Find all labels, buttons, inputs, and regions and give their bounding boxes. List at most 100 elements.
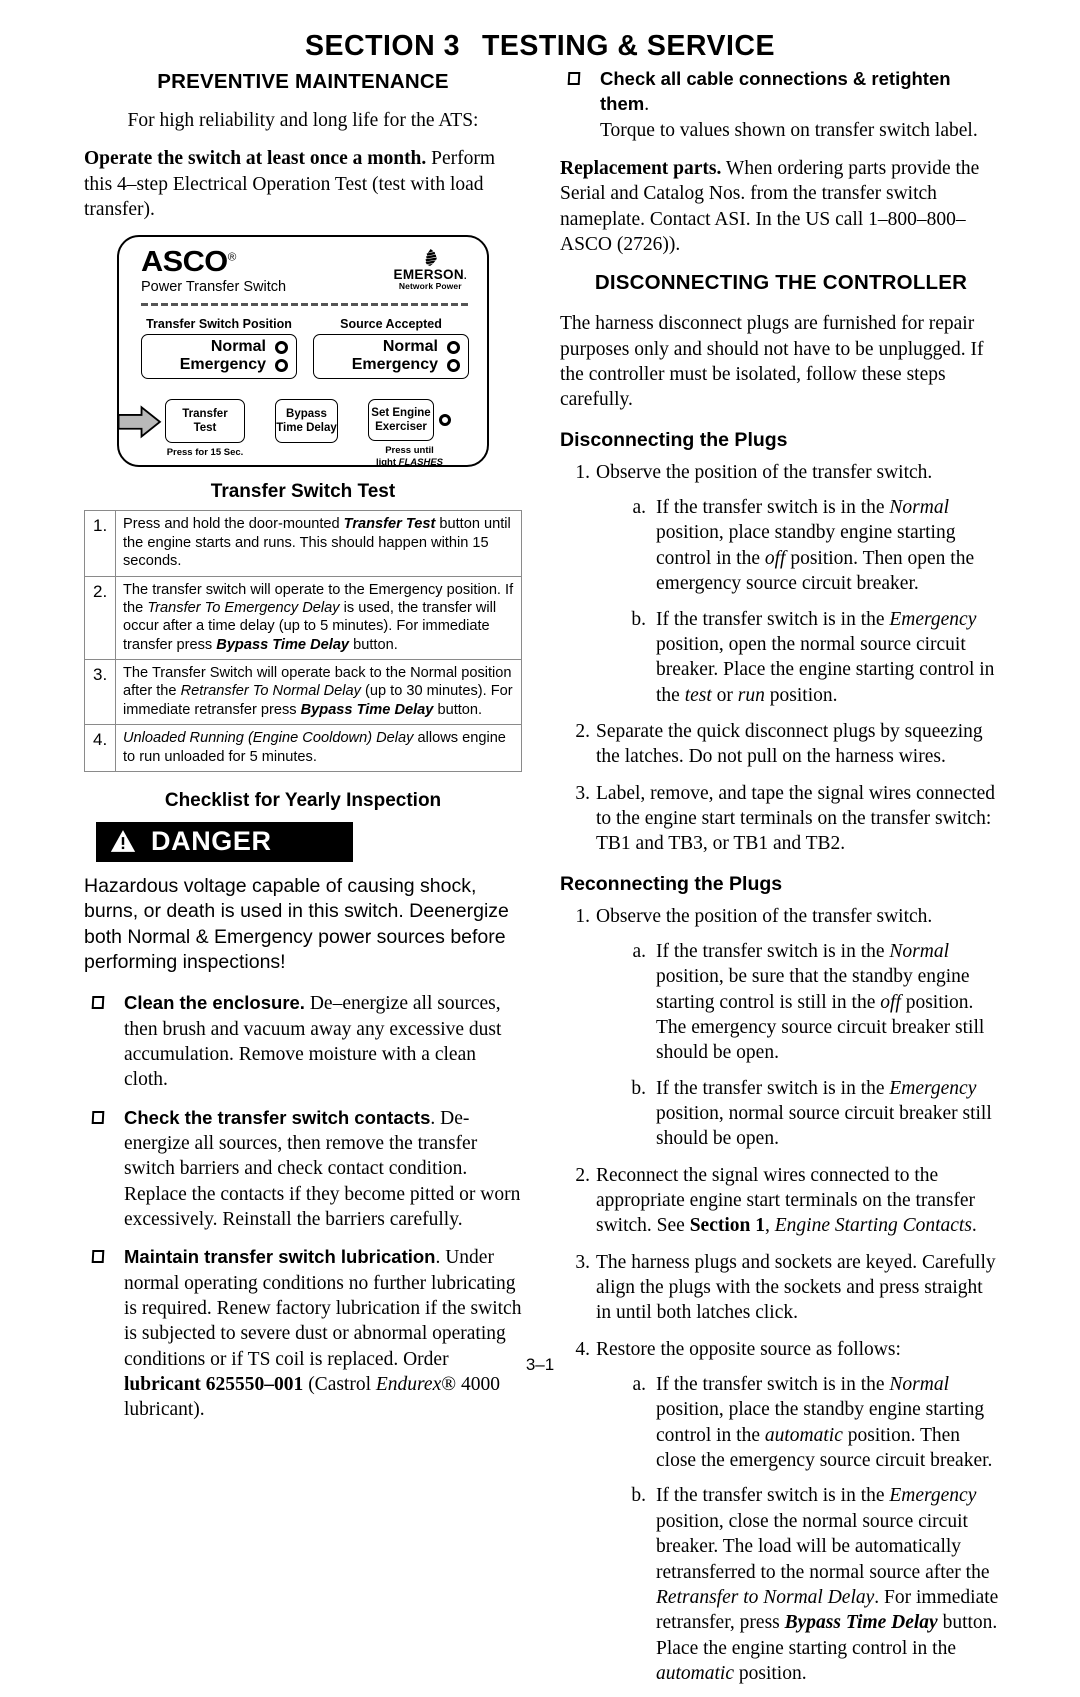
list-item: b. If the transfer switch is in the Emer… (596, 607, 1002, 708)
list-marker: a. (632, 940, 646, 962)
panel-branding: ASCO® Power Transfer Switch EMERSON. Net… (141, 247, 469, 301)
list-marker: 1. (575, 905, 590, 927)
emerson-logo: EMERSON. Network Power (394, 249, 467, 291)
led-indicator-icon (439, 414, 451, 427)
emerson-diamond-icon (425, 249, 437, 267)
reconnecting-plugs-list: 1. Observe the position of the transfer … (560, 904, 1002, 1687)
indicator-line-emergency: Emergency (322, 356, 460, 374)
checkbox-icon[interactable] (91, 1250, 105, 1264)
transfer-switch-test-table: 1. Press and hold the door-mounted Trans… (84, 510, 522, 772)
row-text: Press and hold the door-mounted Transfer… (115, 510, 522, 577)
checklist-item-check-contacts: Check the transfer switch contacts. De-e… (84, 1106, 522, 1233)
reconnecting-plugs-title: Reconnecting the Plugs (560, 872, 783, 895)
checkbox-icon[interactable] (567, 72, 581, 85)
list-text: Label, remove, and tape the signal wires… (596, 782, 996, 855)
row-text: The Transfer Switch will operate back to… (115, 658, 522, 726)
list-text: If the transfer switch is in the Normal … (656, 1374, 993, 1472)
registered-mark-icon: ® (227, 251, 237, 264)
emerson-name-dot: . (463, 271, 467, 283)
row-text: Unloaded Running (Engine Cooldown) Delay… (115, 724, 522, 772)
checklist-item-lead-tail: . (644, 94, 650, 116)
list-text: The harness plugs and sockets are keyed.… (596, 1251, 996, 1324)
row-number: 4. (84, 724, 116, 772)
checklist-item-lead: Maintain transfer switch lubrication (124, 1246, 436, 1268)
operate-switch-bold: Operate the switch at least once a month… (84, 148, 427, 170)
button-line-2: Time Delay (276, 422, 337, 435)
indicator-line-normal: Normal (150, 338, 288, 356)
led-indicator-icon (447, 358, 460, 372)
table-row: 3. The Transfer Switch will operate back… (84, 658, 522, 726)
list-item: b. If the transfer switch is in the Emer… (596, 1483, 1002, 1686)
document-page: SECTION 3 TESTING & SERVICE PREVENTIVE MA… (0, 0, 1080, 1684)
indicator-label: Normal (210, 338, 266, 356)
indicator-label: Emergency (351, 356, 438, 374)
indicator-row: Transfer Switch Position Normal Emergenc… (141, 317, 469, 380)
right-column: Check all cable connections & retighten … (560, 65, 1002, 1697)
indicator-line-normal: Normal (322, 338, 460, 356)
indicator-group-title: Source Accepted (340, 317, 442, 332)
replacement-parts-paragraph: Replacement parts. When ordering parts p… (560, 156, 1002, 257)
emerson-tagline: Network Power (398, 281, 462, 292)
list-text: Observe the position of the transfer swi… (596, 905, 933, 927)
transfer-switch-test-title: Transfer Switch Test (210, 481, 396, 503)
table-row: 4. Unloaded Running (Engine Cooldown) De… (84, 724, 522, 772)
indicator-label: Emergency (179, 356, 266, 374)
sub-list: a. If the transfer switch is in the Norm… (596, 1372, 1002, 1686)
registered-mark-icon: ® (441, 1374, 457, 1396)
bypass-time-delay-button[interactable]: Bypass Time Delay (275, 399, 338, 444)
list-item: 3. The harness plugs and sockets are key… (560, 1250, 1002, 1326)
indicator-group-transfer-switch-position: Transfer Switch Position Normal Emergenc… (141, 317, 297, 380)
panel-button-row: Transfer Test Press for 15 Sec. Bypass T… (117, 399, 477, 468)
list-text: If the transfer switch is in the Emergen… (656, 608, 995, 706)
list-marker: a. (632, 497, 646, 519)
led-indicator-icon (447, 340, 460, 354)
list-item: 2. Separate the quick disconnect plugs b… (560, 719, 1002, 770)
exerciser-row: Set Engine Exerciser (368, 399, 451, 442)
list-item: 2. Reconnect the signal wires connected … (560, 1163, 1002, 1239)
set-engine-exerciser-note: Press until light FLASHES (368, 445, 451, 467)
list-text: Observe the position of the transfer swi… (596, 461, 933, 483)
checklist-title: Checklist for Yearly Inspection (164, 789, 442, 811)
list-marker: 3. (575, 1251, 590, 1273)
panel-divider (141, 303, 469, 307)
list-item: 1. Observe the position of the transfer … (560, 904, 1002, 1152)
asco-panel-figure: ASCO® Power Transfer Switch EMERSON. Net… (84, 235, 522, 468)
set-engine-exerciser-button[interactable]: Set Engine Exerciser (368, 399, 434, 442)
lubricant-part-number: lubricant 625550–001 (124, 1374, 304, 1396)
button-line-2: Test (193, 422, 217, 435)
transfer-test-button[interactable]: Transfer Test (165, 399, 245, 444)
list-item: 1. Observe the position of the transfer … (560, 460, 1002, 708)
checkbox-icon[interactable] (91, 1110, 105, 1124)
button-line-1: Bypass (286, 408, 327, 421)
operate-switch-paragraph: Operate the switch at least once a month… (84, 146, 522, 222)
row-number: 1. (84, 510, 116, 577)
list-item: b. If the transfer switch is in the Emer… (596, 1076, 1002, 1152)
checklist-item-lead: Check all cable connections & retighten … (600, 68, 951, 115)
list-marker: b. (631, 1077, 646, 1099)
list-marker: 2. (575, 720, 590, 742)
checklist-item-body: Torque to values shown on transfer switc… (600, 119, 978, 141)
indicator-box: Normal Emergency (141, 334, 297, 380)
checkbox-icon[interactable] (91, 996, 105, 1010)
table-row: 1. Press and hold the door-mounted Trans… (84, 510, 522, 577)
list-marker: 1. (575, 461, 590, 483)
list-text: Reconnect the signal wires connected to … (596, 1164, 977, 1237)
led-indicator-icon (275, 340, 288, 354)
list-item: a. If the transfer switch is in the Norm… (596, 939, 1002, 1066)
lubricant-brand: Endurex (375, 1374, 442, 1396)
disconnecting-intro: The harness disconnect plugs are furnish… (560, 313, 984, 411)
checklist-item-cable-connections: Check all cable connections & retighten … (560, 67, 1002, 143)
lubricant-tail-1: (Castrol (303, 1374, 376, 1396)
list-text: If the transfer switch is in the Normal … (656, 497, 975, 595)
pointing-arrow-icon (117, 405, 162, 439)
row-number: 3. (84, 658, 116, 726)
row-number: 2. (84, 575, 116, 660)
two-column-body: PREVENTIVE MAINTENANCE For high reliabil… (0, 65, 1080, 1697)
led-indicator-icon (275, 358, 288, 372)
indicator-group-source-accepted: Source Accepted Normal Emergency (313, 317, 469, 380)
list-item: 4. Restore the opposite source as follow… (560, 1337, 1002, 1686)
section-title: TESTING & SERVICE (481, 30, 775, 62)
list-item: a. If the transfer switch is in the Norm… (596, 1372, 1002, 1473)
list-text: Separate the quick disconnect plugs by s… (596, 720, 983, 768)
note-line-2-plain: light (375, 456, 399, 468)
